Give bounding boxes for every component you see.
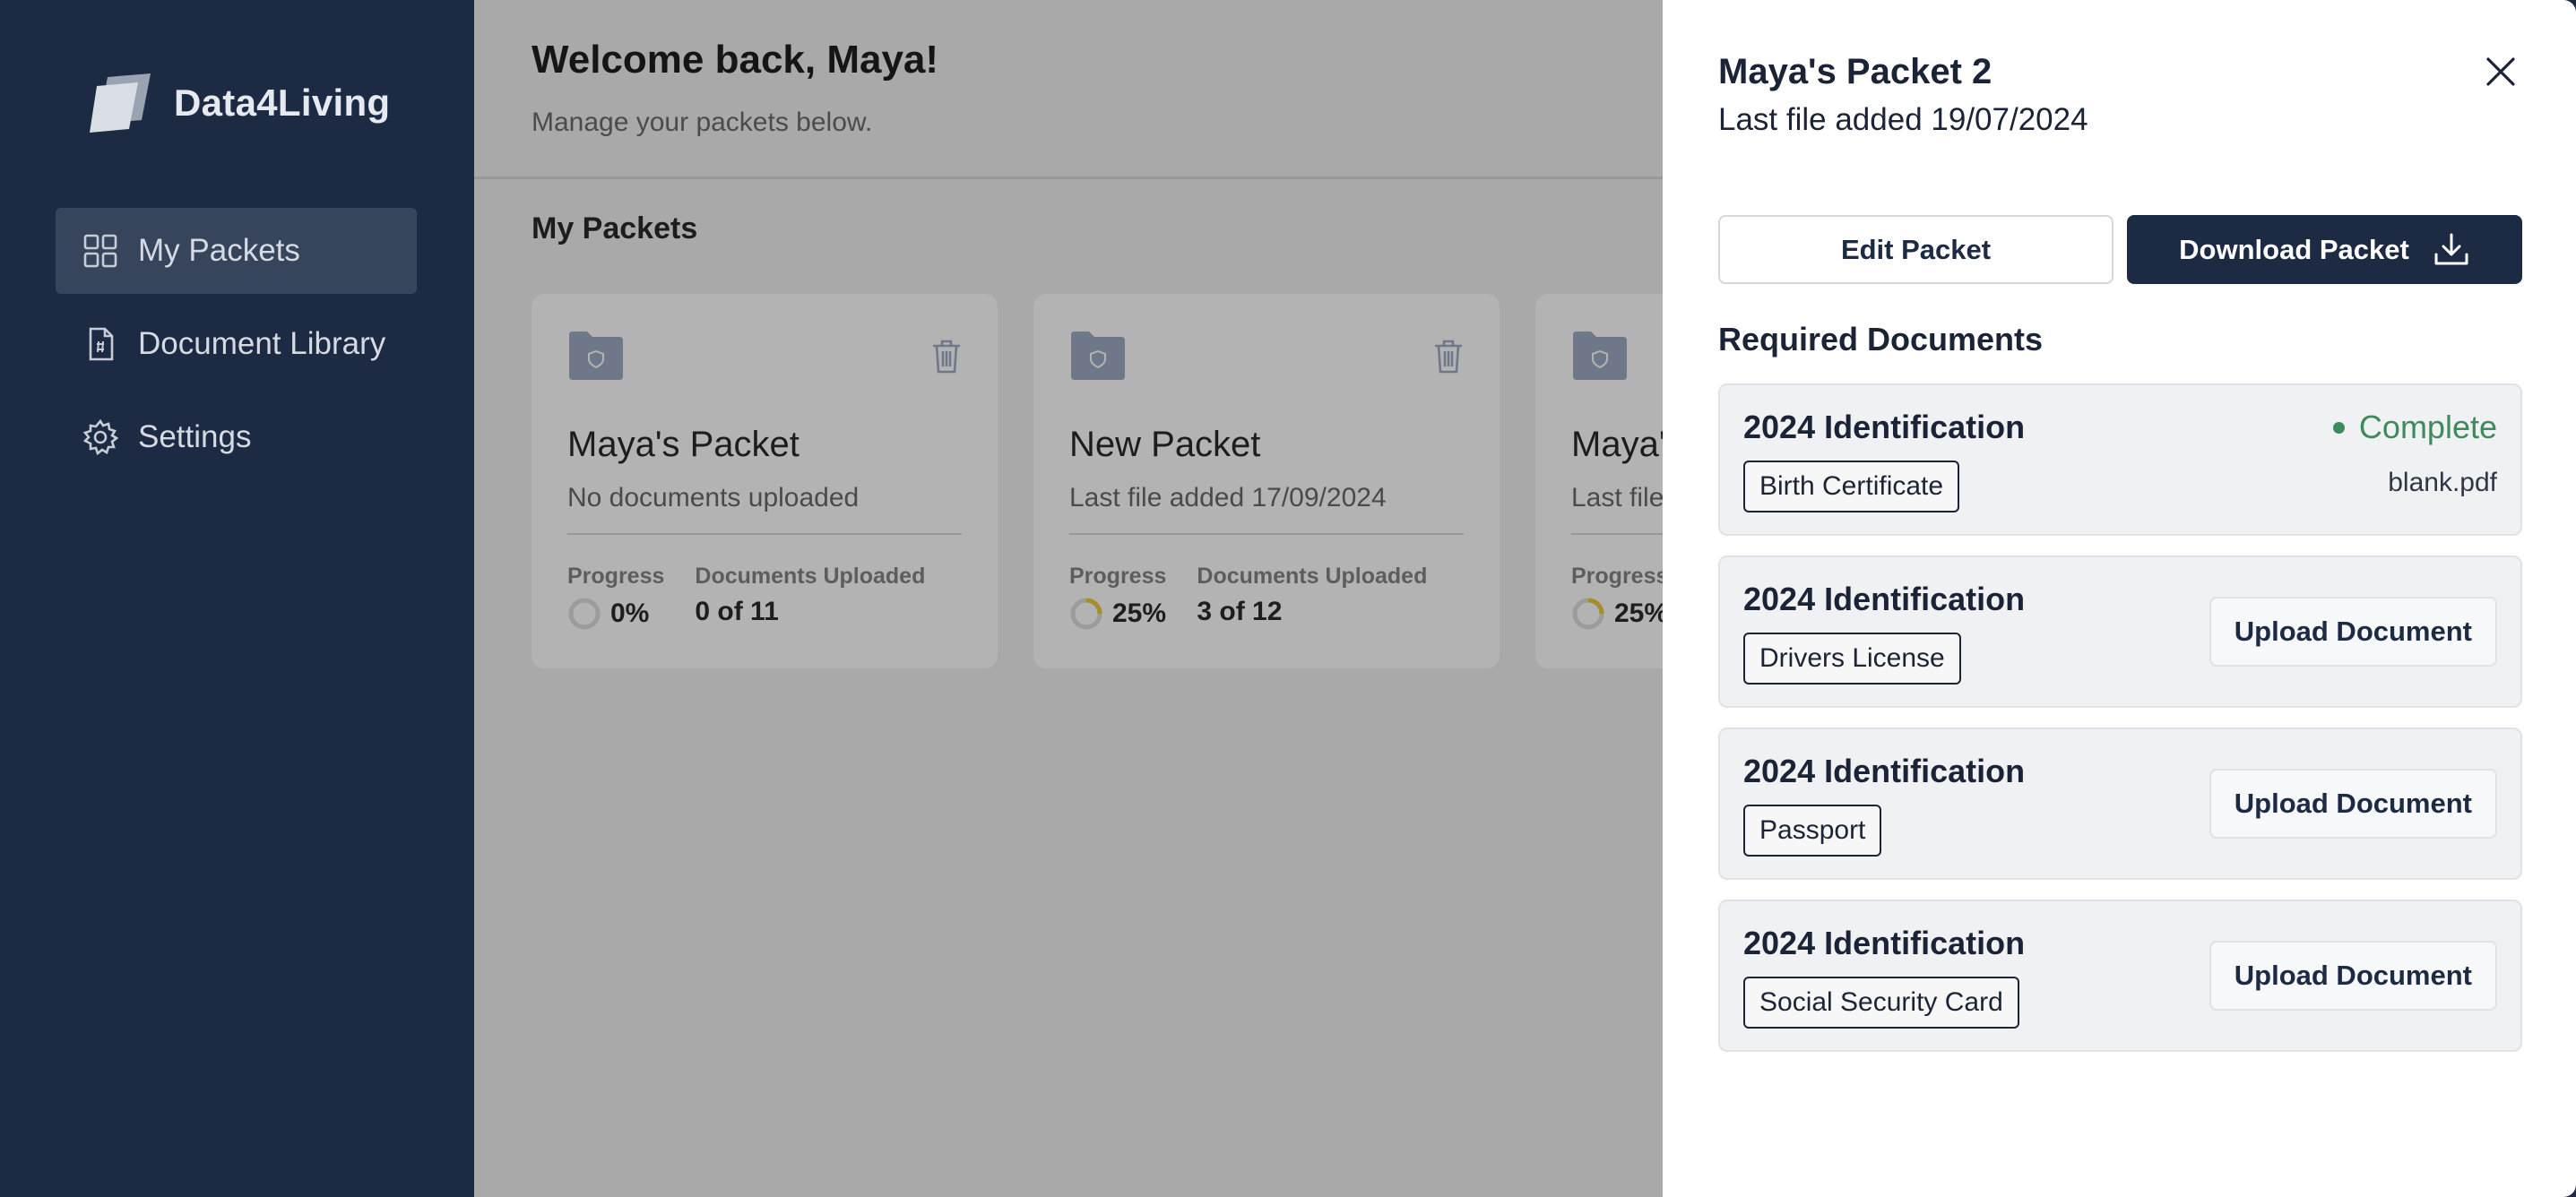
document-file-name[interactable]: blank.pdf bbox=[2388, 468, 2497, 498]
document-row: 2024 Identification Birth Certificate Co… bbox=[1718, 383, 2522, 536]
packet-card[interactable]: Maya's Packet No documents uploaded Prog… bbox=[532, 294, 998, 668]
document-type-tag: Drivers License bbox=[1743, 633, 1961, 685]
progress-label: Progress bbox=[1571, 564, 1669, 589]
progress-ring bbox=[1572, 598, 1604, 630]
documents-stat: Documents Uploaded 3 of 12 bbox=[1197, 564, 1427, 631]
required-documents-title: Required Documents bbox=[1718, 321, 2044, 357]
download-packet-button[interactable]: Download Packet bbox=[2127, 215, 2522, 284]
status-text: Complete bbox=[2358, 409, 2497, 445]
close-icon[interactable] bbox=[2481, 52, 2520, 91]
main-header: Welcome back, Maya! Manage your packets … bbox=[474, 0, 1663, 179]
folder-icon bbox=[1069, 330, 1127, 380]
card-stats: Progress 0% Documents Uploaded 0 of 11 bbox=[567, 564, 962, 631]
download-packet-label: Download Packet bbox=[2179, 233, 2409, 265]
progress-ring bbox=[568, 598, 601, 630]
sidebar-item-label: Settings bbox=[138, 419, 252, 454]
progress-ring bbox=[1070, 598, 1102, 630]
sidebar: Data4Living My Packets Document Library … bbox=[0, 0, 474, 1197]
app-window: Data4Living My Packets Document Library … bbox=[0, 0, 2576, 1197]
download-icon bbox=[2433, 231, 2470, 269]
progress-value: 25% bbox=[1112, 598, 1167, 628]
sidebar-item-label: My Packets bbox=[138, 233, 300, 268]
sidebar-nav: My Packets Document Library Settings bbox=[56, 208, 417, 487]
status-badge: Complete bbox=[2332, 409, 2497, 446]
section-title: My Packets bbox=[532, 211, 698, 245]
status-dot bbox=[2332, 421, 2345, 434]
document-type-tag: Birth Certificate bbox=[1743, 461, 1960, 512]
sidebar-item-my-packets[interactable]: My Packets bbox=[56, 208, 417, 294]
progress-value: 25% bbox=[1614, 598, 1669, 628]
folder-icon bbox=[1571, 330, 1629, 380]
upload-document-button[interactable]: Upload Document bbox=[2209, 597, 2497, 667]
app-name: Data4Living bbox=[174, 82, 391, 124]
folder-icon bbox=[567, 330, 625, 380]
progress-value: 0% bbox=[610, 598, 650, 628]
trash-icon[interactable] bbox=[931, 339, 962, 375]
sidebar-item-document-library[interactable]: Document Library bbox=[56, 301, 417, 387]
logo[interactable]: Data4Living bbox=[88, 70, 390, 136]
progress-stat: Progress 0% bbox=[567, 564, 664, 631]
card-title: Maya's Packet bbox=[567, 425, 800, 464]
upload-document-button[interactable]: Upload Document bbox=[2209, 769, 2497, 839]
drawer-subtitle: Last file added 19/07/2024 bbox=[1718, 102, 2088, 137]
documents-value: 0 of 11 bbox=[695, 597, 779, 626]
sidebar-item-label: Document Library bbox=[138, 326, 386, 361]
card-title: New Packet bbox=[1069, 425, 1261, 464]
packet-card[interactable]: New Packet Last file added 17/09/2024 Pr… bbox=[1033, 294, 1500, 668]
trash-icon[interactable] bbox=[1433, 339, 1464, 375]
progress-label: Progress bbox=[1069, 564, 1167, 589]
progress-stat: Progress 25% bbox=[1069, 564, 1166, 631]
documents-label: Documents Uploaded bbox=[1197, 564, 1428, 589]
document-type-tag: Passport bbox=[1743, 805, 1882, 857]
sidebar-item-settings[interactable]: Settings bbox=[56, 394, 417, 480]
upload-document-button[interactable]: Upload Document bbox=[2209, 941, 2497, 1011]
page-subtitle: Manage your packets below. bbox=[532, 108, 873, 137]
edit-packet-button[interactable]: Edit Packet bbox=[1718, 215, 2114, 284]
logo-icon bbox=[88, 70, 154, 136]
documents-value: 3 of 12 bbox=[1197, 597, 1283, 626]
documents-label: Documents Uploaded bbox=[695, 564, 926, 589]
main-content: Welcome back, Maya! Manage your packets … bbox=[474, 0, 2001, 1197]
document-row: 2024 Identification Drivers License Uplo… bbox=[1718, 555, 2522, 708]
page-title: Welcome back, Maya! bbox=[532, 38, 939, 82]
packet-drawer: Maya's Packet 2 Last file added 19/07/20… bbox=[1663, 0, 2576, 1197]
document-row: 2024 Identification Social Security Card… bbox=[1718, 900, 2522, 1052]
card-subtitle: No documents uploaded bbox=[567, 483, 962, 535]
grid-icon bbox=[82, 233, 118, 269]
document-row: 2024 Identification Passport Upload Docu… bbox=[1718, 728, 2522, 880]
card-stats: Progress 25% Documents Uploaded 3 of 12 bbox=[1069, 564, 1464, 631]
progress-label: Progress bbox=[567, 564, 665, 589]
document-type-tag: Social Security Card bbox=[1743, 977, 2019, 1029]
required-documents-list: 2024 Identification Birth Certificate Co… bbox=[1718, 383, 2522, 1072]
gear-icon bbox=[82, 419, 118, 455]
card-subtitle: Last file added 17/09/2024 bbox=[1069, 483, 1464, 535]
drawer-title: Maya's Packet 2 bbox=[1718, 52, 1993, 91]
document-icon bbox=[82, 326, 118, 362]
progress-stat: Progress 25% bbox=[1571, 564, 1668, 631]
documents-stat: Documents Uploaded 0 of 11 bbox=[695, 564, 925, 631]
